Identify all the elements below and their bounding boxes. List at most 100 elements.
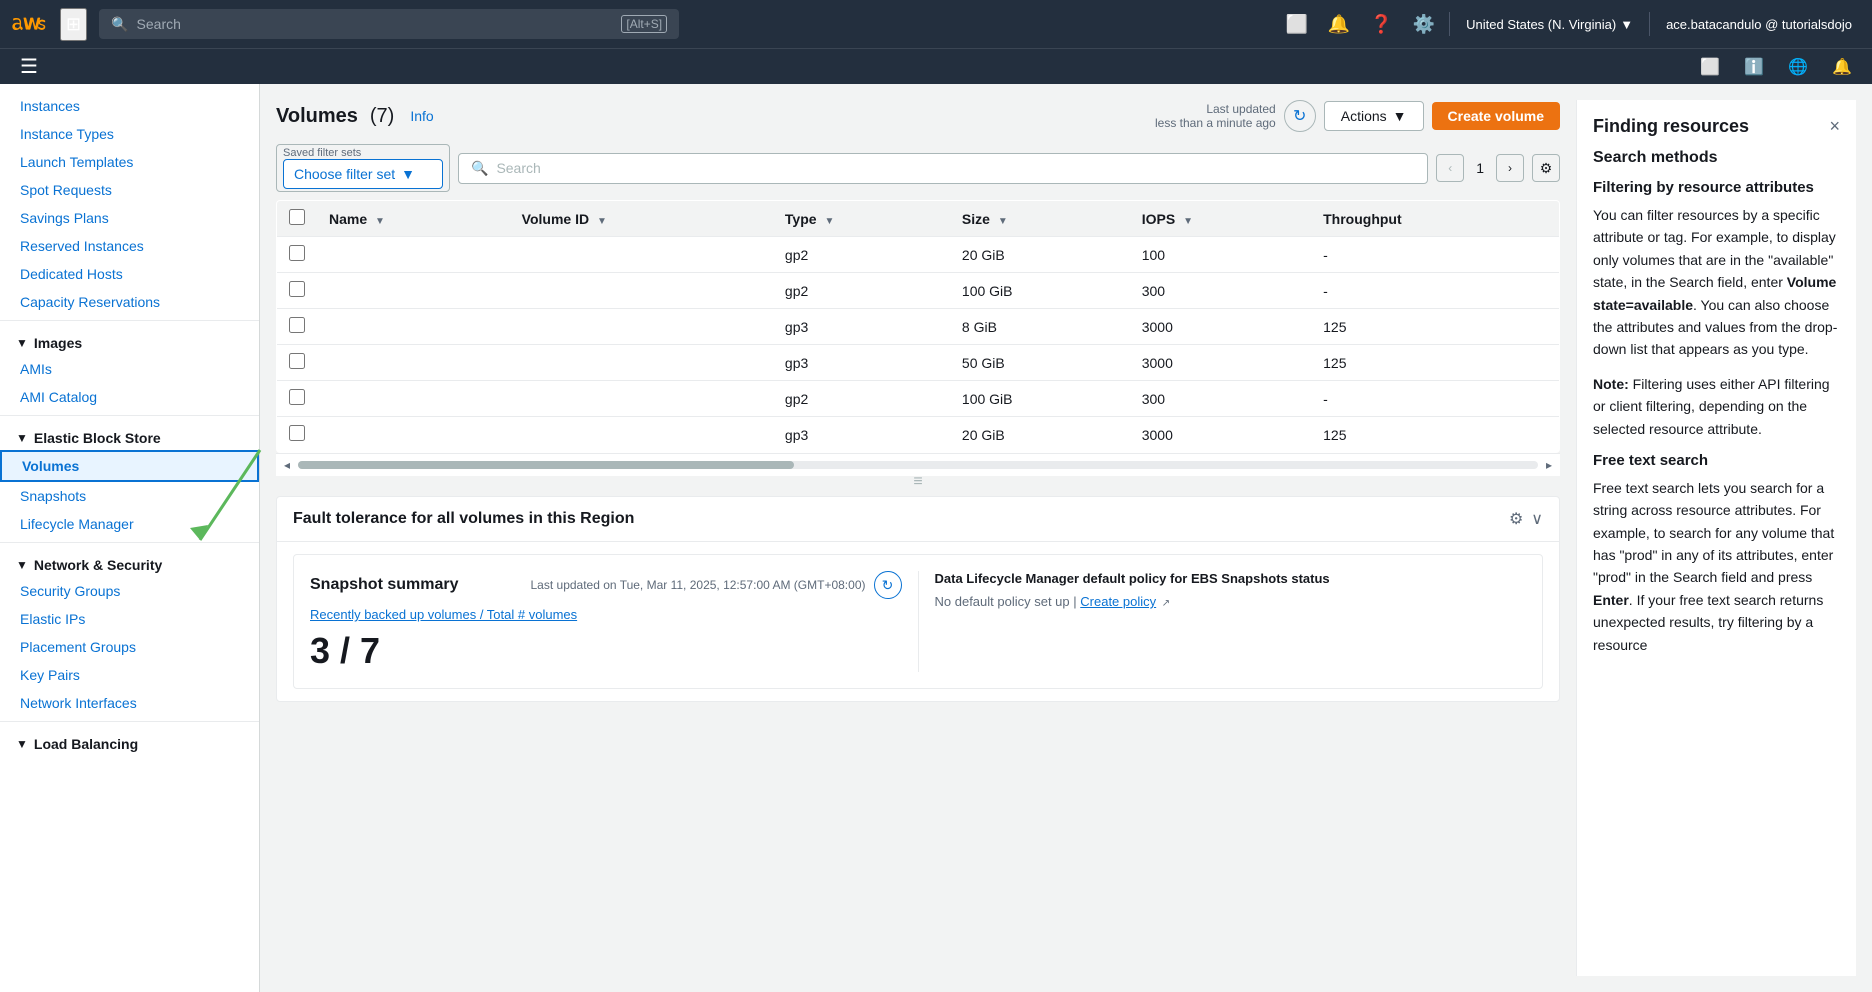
- sidebar-item-reserved-instances[interactable]: Reserved Instances: [0, 232, 259, 260]
- sidebar-label-savings-plans: Savings Plans: [20, 210, 109, 226]
- sidebar-label-instance-types: Instance Types: [20, 126, 114, 142]
- row-checkbox-cell[interactable]: [277, 273, 318, 309]
- fault-collapse-button[interactable]: ∨: [1531, 509, 1543, 529]
- sidebar-item-key-pairs[interactable]: Key Pairs: [0, 661, 259, 689]
- row-size-3: 50 GiB: [950, 345, 1130, 381]
- dlm-title: Data Lifecycle Manager default policy fo…: [935, 571, 1527, 586]
- refresh-button[interactable]: ↻: [1284, 100, 1316, 132]
- sidebar-label-dedicated-hosts: Dedicated Hosts: [20, 266, 123, 282]
- notification-icon-button[interactable]: 🔔: [1824, 53, 1860, 81]
- globe-icon-button[interactable]: 🌐: [1780, 53, 1816, 81]
- row-volume-id-5: [510, 417, 773, 453]
- row-checkbox-cell[interactable]: [277, 345, 318, 381]
- scroll-track[interactable]: [298, 461, 1538, 469]
- sidebar-label-ami-catalog: AMI Catalog: [20, 389, 97, 405]
- bell-icon-button[interactable]: 🔔: [1322, 8, 1356, 41]
- right-panel-header: Finding resources ×: [1593, 116, 1840, 137]
- scroll-right-button[interactable]: ▸: [1546, 458, 1552, 472]
- layout-icon-button[interactable]: ⬜: [1692, 53, 1728, 81]
- sidebar-section-ebs[interactable]: ▼ Elastic Block Store: [0, 420, 259, 450]
- sidebar-label-lifecycle-manager: Lifecycle Manager: [20, 516, 134, 532]
- actions-button[interactable]: Actions ▼: [1324, 101, 1424, 131]
- sidebar-item-spot-requests[interactable]: Spot Requests: [0, 176, 259, 204]
- search-input-wrapper[interactable]: 🔍: [458, 153, 1428, 184]
- row-checkbox-4[interactable]: [289, 389, 305, 405]
- sidebar-item-network-interfaces[interactable]: Network Interfaces: [0, 689, 259, 717]
- row-checkbox-cell[interactable]: [277, 237, 318, 273]
- info-link[interactable]: Info: [410, 108, 433, 124]
- sidebar-item-volumes[interactable]: Volumes: [0, 450, 259, 482]
- sidebar-item-instance-types[interactable]: Instance Types: [0, 120, 259, 148]
- next-page-button[interactable]: ›: [1496, 154, 1524, 182]
- search-shortcut: [Alt+S]: [621, 15, 667, 33]
- drag-handle[interactable]: ≡: [276, 476, 1560, 488]
- row-checkbox-3[interactable]: [289, 353, 305, 369]
- grid-menu-button[interactable]: ⊞: [60, 8, 87, 41]
- sidebar-label-reserved-instances: Reserved Instances: [20, 238, 144, 254]
- sidebar-section-images[interactable]: ▼ Images: [0, 325, 259, 355]
- filter-set-dropdown[interactable]: Choose filter set ▼: [283, 159, 443, 189]
- terminal-icon-button[interactable]: ⬜: [1279, 8, 1313, 41]
- sidebar-item-dedicated-hosts[interactable]: Dedicated Hosts: [0, 260, 259, 288]
- actions-dropdown-icon: ▼: [1393, 108, 1407, 124]
- create-volume-button[interactable]: Create volume: [1432, 102, 1560, 130]
- sidebar-item-security-groups[interactable]: Security Groups: [0, 577, 259, 605]
- prev-page-button[interactable]: ‹: [1436, 154, 1464, 182]
- row-checkbox-1[interactable]: [289, 281, 305, 297]
- table-settings-button[interactable]: ⚙: [1532, 154, 1560, 182]
- settings-icon-button[interactable]: ⚙️: [1407, 8, 1441, 41]
- table-row: gp3 20 GiB 3000 125: [277, 417, 1560, 453]
- volumes-table: Name ▼ Volume ID ▼ Type ▼: [276, 200, 1560, 453]
- right-panel-close-button[interactable]: ×: [1829, 116, 1840, 137]
- global-search-input[interactable]: [137, 16, 614, 32]
- region-selector[interactable]: United States (N. Virginia) ▼: [1458, 11, 1641, 38]
- sidebar-item-ami-catalog[interactable]: AMI Catalog: [0, 383, 259, 411]
- info-circle-button[interactable]: ℹ️: [1736, 53, 1772, 81]
- row-checkbox-cell[interactable]: [277, 417, 318, 453]
- sidebar-item-savings-plans[interactable]: Savings Plans: [0, 204, 259, 232]
- hamburger-menu[interactable]: ☰: [12, 50, 46, 83]
- row-size-2: 8 GiB: [950, 309, 1130, 345]
- row-name-0: [317, 237, 510, 273]
- row-size-1: 100 GiB: [950, 273, 1130, 309]
- sidebar-item-snapshots[interactable]: Snapshots: [0, 482, 259, 510]
- volumes-search-input[interactable]: [496, 160, 1415, 176]
- row-checkbox-2[interactable]: [289, 317, 305, 333]
- select-all-checkbox[interactable]: [289, 209, 305, 225]
- dlm-create-link[interactable]: Create policy: [1080, 594, 1156, 609]
- global-search-bar[interactable]: 🔍 [Alt+S]: [99, 9, 679, 39]
- sidebar-item-lifecycle-manager[interactable]: Lifecycle Manager: [0, 510, 259, 538]
- sidebar-item-capacity-reservations[interactable]: Capacity Reservations: [0, 288, 259, 316]
- snapshot-refresh-button[interactable]: ↻: [874, 571, 902, 599]
- aws-logo[interactable]: [12, 6, 48, 42]
- help-icon-button[interactable]: ❓: [1364, 8, 1398, 41]
- actions-label: Actions: [1341, 108, 1387, 124]
- snapshot-subtitle[interactable]: Recently backed up volumes / Total # vol…: [310, 607, 902, 622]
- row-checkbox-5[interactable]: [289, 425, 305, 441]
- scroll-left-button[interactable]: ◂: [284, 458, 290, 472]
- region-label: United States (N. Virginia): [1466, 17, 1616, 32]
- col-header-size[interactable]: Size ▼: [950, 201, 1130, 237]
- select-all-header[interactable]: [277, 201, 318, 237]
- row-checkbox-0[interactable]: [289, 245, 305, 261]
- sidebar-item-launch-templates[interactable]: Launch Templates: [0, 148, 259, 176]
- sidebar-item-elastic-ips[interactable]: Elastic IPs: [0, 605, 259, 633]
- sidebar-divider-3: [0, 542, 259, 543]
- col-header-throughput[interactable]: Throughput: [1311, 201, 1559, 237]
- sidebar-label-launch-templates: Launch Templates: [20, 154, 133, 170]
- col-header-type[interactable]: Type ▼: [773, 201, 950, 237]
- sidebar-item-placement-groups[interactable]: Placement Groups: [0, 633, 259, 661]
- col-header-volume-id[interactable]: Volume ID ▼: [510, 201, 773, 237]
- col-header-name[interactable]: Name ▼: [317, 201, 510, 237]
- row-checkbox-cell[interactable]: [277, 381, 318, 417]
- sidebar-item-instances[interactable]: Instances: [0, 92, 259, 120]
- filter-set-value: Choose filter set: [294, 166, 395, 182]
- sidebar-section-load-balancing[interactable]: ▼ Load Balancing: [0, 726, 259, 756]
- table-row: gp3 50 GiB 3000 125: [277, 345, 1560, 381]
- app-layout: Instances Instance Types Launch Template…: [0, 84, 1872, 992]
- col-header-iops[interactable]: IOPS ▼: [1130, 201, 1311, 237]
- sidebar-item-amis[interactable]: AMIs: [0, 355, 259, 383]
- sidebar-section-network[interactable]: ▼ Network & Security: [0, 547, 259, 577]
- row-checkbox-cell[interactable]: [277, 309, 318, 345]
- fault-settings-button[interactable]: ⚙: [1509, 509, 1523, 529]
